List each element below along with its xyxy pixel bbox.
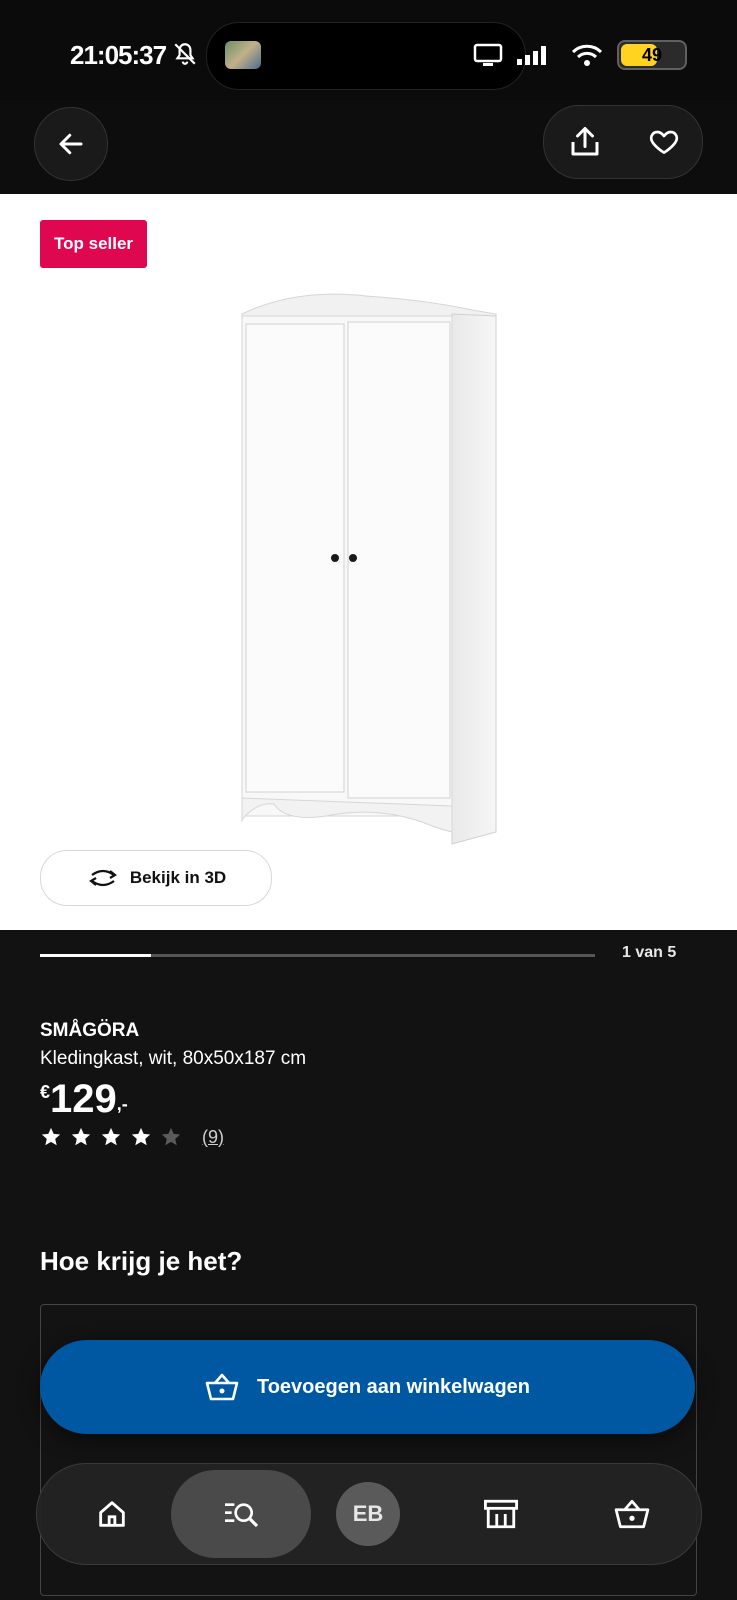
heart-icon[interactable] (648, 126, 680, 158)
wardrobe-image (241, 293, 497, 845)
delivery-heading: Hoe krijg je het? (40, 1246, 243, 1276)
view-3d-label: Bekijk in 3D (129, 868, 227, 887)
header-actions (543, 105, 703, 179)
view-3d-button[interactable]: Bekijk in 3D (40, 850, 272, 906)
product-name: SMÅGÖRA (40, 1020, 140, 1041)
home-icon (99, 1501, 125, 1527)
share-icon[interactable] (567, 124, 603, 160)
signal-icon (517, 46, 546, 65)
nav-profile[interactable]: EB (333, 1464, 403, 1564)
star-filled-icon (71, 1127, 91, 1146)
carousel-progress (40, 954, 595, 957)
star-filled-icon (131, 1127, 151, 1146)
back-button[interactable] (34, 107, 108, 181)
product-description: Kledingkast, wit, 80x50x187 cm (40, 1048, 307, 1069)
avatar: EB (336, 1482, 400, 1546)
product-image-area[interactable]: Top seller Bekijk in 3D (0, 194, 737, 930)
nav-store[interactable] (461, 1464, 541, 1564)
product-rating[interactable]: (9) (40, 1126, 224, 1148)
nav-home[interactable] (77, 1464, 147, 1564)
carousel-position: 1 van 5 (622, 944, 677, 961)
battery-indicator: 49 (617, 40, 687, 70)
carousel-progress-fill (40, 954, 151, 957)
status-indicators: 49 (473, 40, 687, 70)
star-empty-icon (161, 1127, 181, 1146)
nav-cart[interactable] (597, 1464, 667, 1564)
arrow-left-icon (59, 133, 83, 155)
bell-off-icon (174, 43, 196, 65)
wifi-icon (571, 44, 603, 66)
search-icon (225, 1503, 259, 1528)
nav-search[interactable] (171, 1470, 311, 1558)
product-price: € 129 ,- (40, 1076, 128, 1122)
store-icon (484, 1499, 518, 1529)
review-count[interactable]: (9) (202, 1127, 224, 1148)
status-bar: 21:05:37 49 (0, 0, 737, 100)
app-header (0, 100, 737, 196)
cart-icon (205, 1373, 239, 1401)
battery-level: 49 (641, 44, 663, 65)
price-currency: € (40, 1082, 51, 1102)
star-filled-icon (41, 1127, 61, 1146)
star-filled-icon (101, 1127, 121, 1146)
price-integer: 129 (50, 1077, 117, 1121)
island-thumbnail (225, 41, 261, 69)
add-to-cart-label: Toevoegen aan winkelwagen (256, 1375, 531, 1398)
bottom-navigation: EB (36, 1463, 702, 1565)
top-seller-badge: Top seller (40, 220, 148, 268)
screen-mirror-icon (473, 43, 503, 66)
status-time: 21:05:37 (70, 40, 167, 70)
price-decimal: ,- (116, 1094, 128, 1114)
add-to-cart-button[interactable]: Toevoegen aan winkelwagen (40, 1340, 695, 1434)
rotate-3d-icon (88, 869, 117, 887)
cart-icon (614, 1499, 650, 1529)
